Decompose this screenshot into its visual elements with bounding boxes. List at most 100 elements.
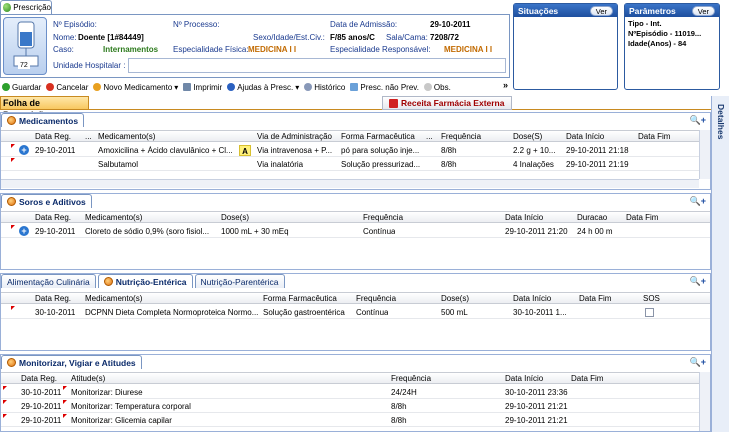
col-forma[interactable]: Forma Farmacêutica (341, 132, 415, 141)
col-data-fim[interactable]: Data Fim (579, 294, 611, 303)
col-medicamentos[interactable]: Medicamento(s) (98, 132, 155, 141)
flag-marker (11, 158, 15, 162)
cell-data: 30-10-2011 (21, 388, 62, 397)
historico-label: Histórico (314, 82, 346, 92)
col-medicamentos[interactable]: Medicamento(s) (85, 294, 142, 303)
guardar-label: Guardar (12, 82, 42, 92)
col-atitudes[interactable]: Atitude(s) (71, 374, 105, 383)
search-icon[interactable]: 🔍+ (690, 115, 706, 126)
ajudas-button[interactable]: Ajudas à Presc. ▾ (227, 83, 299, 92)
medicamentos-title: Medicamentos (19, 115, 79, 126)
col-data-inicio[interactable]: Data Início (505, 213, 543, 222)
col-data-reg[interactable]: Data Reg. (35, 213, 71, 222)
vertical-scrollbar[interactable] (699, 372, 710, 431)
tab-nutricao-enterica[interactable]: Nutrição-Entérica (97, 274, 193, 288)
situacoes-ver-button[interactable]: Ver (589, 5, 613, 16)
flag-marker (11, 225, 15, 229)
search-icon[interactable]: 🔍+ (690, 196, 706, 207)
col-dose[interactable]: Dose(s) (441, 294, 469, 303)
monitorizar-row[interactable]: 29-10-2011 Monitorizar: Temperatura corp… (1, 400, 710, 413)
col-dose[interactable]: Dose(s) (221, 213, 249, 222)
detalhes-label: Detalhes (716, 104, 726, 140)
monitorizar-row[interactable]: 30-10-2011 Monitorizar: Diurese 24/24H 3… (1, 386, 710, 399)
cancelar-button[interactable]: Cancelar (46, 83, 88, 92)
unidade-field[interactable] (128, 58, 506, 73)
col-data-reg[interactable]: Data Reg. (35, 132, 71, 141)
historico-button[interactable]: Histórico (304, 83, 345, 92)
col-data-inicio[interactable]: Data Início (513, 294, 551, 303)
cell-atitude: Monitorizar: Temperatura corporal (71, 402, 191, 411)
expand-icon[interactable]: + (19, 145, 29, 155)
col-sos[interactable]: SOS (643, 294, 660, 303)
toolbar-overflow-button[interactable]: » (503, 80, 508, 90)
flag-marker (3, 414, 7, 418)
presc-nao-prev-button[interactable]: Presc. não Prev. (350, 83, 419, 92)
tab-soros[interactable]: Soros e Aditivos (1, 194, 92, 208)
imprimir-label: Imprimir (193, 82, 223, 92)
cell-inicio: 30-10-2011 23:36 (505, 388, 568, 397)
monitorizar-title: Monitorizar, Vigiar e Atitudes (19, 357, 136, 368)
tab-alimentacao[interactable]: Alimentação Culinária (1, 274, 96, 288)
sexo-value: F/85 anos/C (330, 33, 375, 42)
cell-frequencia: 8/8h (441, 146, 457, 155)
tab-receita-farmacia[interactable]: Receita Farmácia Externa (382, 96, 512, 110)
col-data-reg[interactable]: Data Reg. (21, 374, 57, 383)
tab-medicamentos[interactable]: Medicamentos (1, 113, 85, 127)
nome-label: Nome: (53, 33, 77, 42)
obs-label: Obs. (433, 82, 451, 92)
col-data-fim[interactable]: Data Fim (571, 374, 603, 383)
cell-frequencia: Contínua (356, 308, 389, 317)
col-data-inicio[interactable]: Data Início (566, 132, 604, 141)
col-more-2[interactable]: ... (426, 132, 433, 141)
printer-icon (183, 83, 192, 91)
search-icon[interactable]: 🔍+ (690, 276, 706, 287)
window-tab-prescricao[interactable]: Prescrição (0, 0, 52, 14)
sexo-label: Sexo/Idade/Est.Civ.: (253, 33, 325, 42)
monitorizar-row[interactable]: 29-10-2011 Monitorizar: Glicemia capilar… (1, 414, 710, 427)
col-duracao[interactable]: Duracao (577, 213, 607, 222)
col-dose[interactable]: Dose(S) (513, 132, 542, 141)
sala-value: 7208/72 (430, 33, 459, 42)
nutricao-row[interactable]: 30-10-2011 DCPNN Dieta Completa Normopro… (1, 306, 710, 319)
horizontal-scrollbar[interactable] (1, 179, 699, 188)
sos-checkbox[interactable] (645, 308, 654, 317)
soro-row[interactable]: + 29-10-2011 Cloreto de sódio 0,9% (soro… (1, 225, 710, 238)
situacoes-panel: Situações Ver (513, 3, 618, 90)
obs-icon (423, 83, 432, 91)
alert-badge[interactable]: A (239, 145, 251, 156)
receita-label: Receita Farmácia Externa (401, 98, 505, 108)
cell-dose: 4 Inalações (513, 160, 554, 169)
col-forma[interactable]: Forma Farmacêutica (263, 294, 337, 303)
tab-folha-prescricao[interactable]: Folha de Prescrição (0, 96, 89, 120)
medicamento-row[interactable]: Salbutamol Via inalatória Solução pressu… (1, 158, 710, 171)
tab-nutricao-parenterica[interactable]: Nutrição-Parentérica (194, 274, 285, 288)
admissao-value: 29-10-2011 (430, 20, 471, 29)
col-frequencia[interactable]: Frequência (363, 213, 403, 222)
guardar-button[interactable]: Guardar (2, 83, 41, 92)
col-frequencia[interactable]: Frequência (441, 132, 481, 141)
col-data-fim[interactable]: Data Fim (626, 213, 658, 222)
tab-monitorizar[interactable]: Monitorizar, Vigiar e Atitudes (1, 355, 142, 369)
col-frequencia[interactable]: Frequência (356, 294, 396, 303)
medicamento-row[interactable]: + 29-10-2011 Amoxicilina + Ácido clavulâ… (1, 144, 710, 157)
novo-medicamento-button[interactable]: Novo Medicamento ▾ (93, 83, 178, 92)
search-icon[interactable]: 🔍+ (690, 357, 706, 368)
dropdown-arrow-icon: ▾ (174, 82, 179, 92)
expand-icon[interactable]: + (19, 226, 29, 236)
cell-duracao: 24 h 00 m (577, 227, 613, 236)
admissao-label: Data de Admissão: (330, 20, 398, 29)
col-via[interactable]: Via de Administração (257, 132, 332, 141)
cell-atitude: Monitorizar: Diurese (71, 388, 143, 397)
col-medicamentos[interactable]: Medicamento(s) (85, 213, 142, 222)
col-data-fim[interactable]: Data Fim (638, 132, 670, 141)
detalhes-side-tab[interactable]: Detalhes (711, 96, 729, 432)
parametros-ver-button[interactable]: Ver (691, 5, 715, 16)
col-frequencia[interactable]: Frequência (391, 374, 431, 383)
caso-value: Internamentos (103, 45, 159, 54)
col-more[interactable]: ... (85, 132, 92, 141)
col-data-inicio[interactable]: Data Início (505, 374, 543, 383)
col-data-reg[interactable]: Data Reg. (35, 294, 71, 303)
imprimir-button[interactable]: Imprimir (183, 83, 222, 92)
obs-button[interactable]: Obs. (423, 82, 451, 92)
vertical-scrollbar[interactable] (699, 130, 710, 179)
